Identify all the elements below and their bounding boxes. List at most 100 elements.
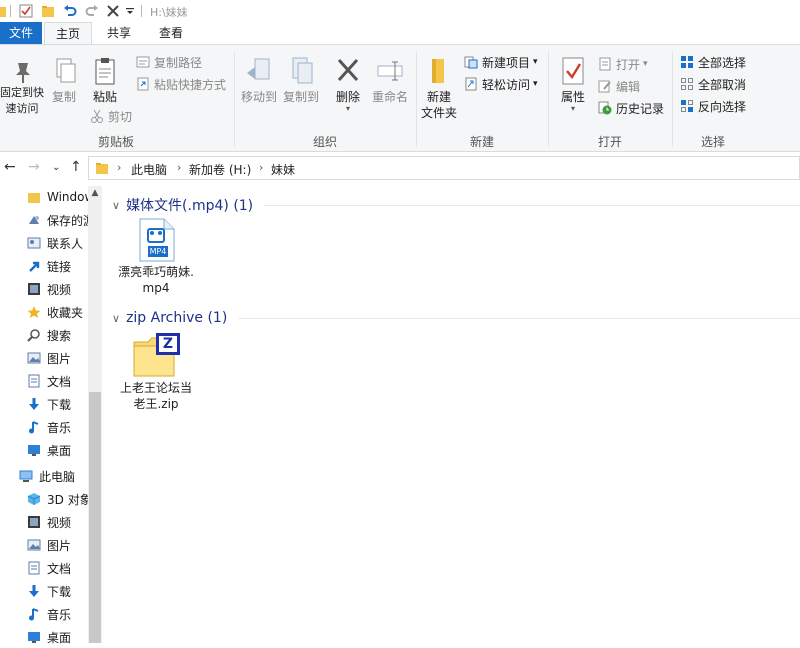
recent-locations-chevron-icon[interactable]: ⌄ <box>52 162 60 173</box>
new-item-chevron-icon: ▾ <box>533 57 538 67</box>
paste-shortcut-icon <box>136 77 150 91</box>
easy-access-chevron-icon: ▾ <box>533 79 538 89</box>
links-icon <box>26 258 42 274</box>
file-item-zip[interactable]: Z 上老王论坛当老王.zip <box>118 332 194 412</box>
address-bar[interactable]: › 此电脑 › 新加卷 (H:) › 妹妹 <box>88 156 800 180</box>
breadcrumb-separator-icon[interactable]: › <box>259 161 263 174</box>
3d-objects-icon <box>26 491 42 507</box>
title-bar: H:\妹妹 <box>0 0 800 22</box>
up-arrow-icon[interactable]: ↑ <box>70 159 82 175</box>
window-title: H:\妹妹 <box>150 6 188 19</box>
history-icon <box>598 101 612 115</box>
open-button[interactable]: 打开 ▾ <box>598 55 648 73</box>
favorites-icon <box>26 304 42 320</box>
file-name: 漂亮乖巧萌妹.mp4 <box>118 265 194 295</box>
paste-button[interactable]: 粘贴 <box>86 55 124 105</box>
collapse-chevron-icon[interactable]: ∨ <box>112 199 120 212</box>
copy-path-button[interactable]: 复制路径 <box>136 53 202 71</box>
open-chevron-icon: ▾ <box>643 59 648 69</box>
invert-selection-icon <box>680 99 694 113</box>
breadcrumb-separator-icon[interactable]: › <box>117 161 121 174</box>
ribbon: 固定到快 速访问 复制 粘贴 复制路径 粘贴快捷方式 剪切 剪贴板 移动到 复制… <box>0 44 800 152</box>
documents-icon <box>26 373 42 389</box>
tab-home[interactable]: 主页 <box>44 22 92 45</box>
breadcrumb-drive-h[interactable]: 新加卷 (H:) <box>189 161 251 178</box>
file-list-pane: ∨ 媒体文件(.mp4) (1) MP4 漂亮乖巧萌妹.mp4 ∨ zip Ar… <box>102 186 800 643</box>
history-button[interactable]: 历史记录 <box>598 99 664 117</box>
tab-file[interactable]: 文件 <box>0 22 42 44</box>
new-item-button[interactable]: 新建项目 ▾ <box>464 53 538 71</box>
breadcrumb-current-folder[interactable]: 妹妹 <box>271 161 295 178</box>
rename-button[interactable]: 重命名 <box>370 55 410 105</box>
select-all-icon <box>680 55 694 69</box>
select-all-button[interactable]: 全部选择 <box>680 53 746 71</box>
tab-share[interactable]: 共享 <box>96 22 142 44</box>
this-pc-icon <box>18 468 34 484</box>
cut-button[interactable]: 剪切 <box>90 107 132 125</box>
easy-access-icon <box>464 77 478 91</box>
group-header-zip[interactable]: ∨ zip Archive (1) <box>112 308 227 328</box>
pin-to-quick-access-button[interactable]: 固定到快 速访问 <box>0 55 44 117</box>
music-icon <box>26 606 42 622</box>
desktop-icon <box>26 442 42 458</box>
group-divider <box>238 318 800 319</box>
group-label-open: 打开 <box>597 135 622 149</box>
download-icon <box>26 583 42 599</box>
copy-button[interactable]: 复制 <box>46 55 82 105</box>
music-icon <box>26 419 42 435</box>
rename-icon <box>374 55 406 87</box>
group-label-clipboard: 剪贴板 <box>97 135 134 149</box>
address-row: ← → ⌄ ↑ › 此电脑 › 新加卷 (H:) › 妹妹 <box>0 153 800 183</box>
properties-check-icon[interactable] <box>18 3 34 19</box>
properties-button[interactable]: 属性 ▾ <box>554 55 592 113</box>
folder-icon <box>26 189 42 205</box>
group-divider <box>264 205 800 206</box>
edit-icon <box>598 79 612 93</box>
pictures-icon <box>26 350 42 366</box>
pictures-icon <box>26 537 42 553</box>
paste-shortcut-button[interactable]: 粘贴快捷方式 <box>136 75 226 93</box>
collapse-chevron-icon[interactable]: ∨ <box>112 312 120 325</box>
breadcrumb-separator-icon[interactable]: › <box>177 161 181 174</box>
mp4-file-icon: MP4 <box>136 218 176 262</box>
back-arrow-icon[interactable]: ← <box>4 159 16 175</box>
edit-button[interactable]: 编辑 <box>598 77 640 95</box>
scissors-icon <box>90 109 104 123</box>
breadcrumb-this-pc[interactable]: 此电脑 <box>131 161 167 178</box>
properties-icon <box>557 55 589 87</box>
file-name: 上老王论坛当老王.zip <box>119 381 192 411</box>
select-none-button[interactable]: 全部取消 <box>680 75 746 93</box>
invert-selection-button[interactable]: 反向选择 <box>680 97 746 115</box>
saved-games-icon <box>26 212 42 228</box>
nav-scrollbar-thumb[interactable] <box>89 392 101 643</box>
properties-chevron-icon: ▾ <box>570 104 575 113</box>
move-to-button[interactable]: 移动到 <box>240 55 278 105</box>
group-label-organize: 组织 <box>312 135 337 149</box>
delete-button[interactable]: 删除 ▾ <box>330 55 366 113</box>
copy-path-icon <box>136 55 150 69</box>
select-none-icon <box>680 77 694 91</box>
file-item-mp4[interactable]: MP4 漂亮乖巧萌妹.mp4 <box>118 218 194 296</box>
copy-icon <box>48 55 80 87</box>
zip-archive-icon: Z <box>130 332 182 378</box>
tab-view[interactable]: 查看 <box>148 22 194 44</box>
scroll-up-icon[interactable]: ▲ <box>88 188 102 202</box>
copy-to-button[interactable]: 复制到 <box>282 55 320 105</box>
easy-access-button[interactable]: 轻松访问 ▾ <box>464 75 538 93</box>
customize-toolbar-chevron-icon[interactable] <box>125 3 135 19</box>
group-label-new: 新建 <box>469 135 494 149</box>
download-icon <box>26 396 42 412</box>
redo-icon[interactable] <box>84 3 100 19</box>
group-header-mp4[interactable]: ∨ 媒体文件(.mp4) (1) <box>112 195 253 215</box>
delete-icon[interactable] <box>105 3 121 19</box>
folder-icon <box>0 3 6 19</box>
new-folder-icon[interactable] <box>40 3 56 19</box>
folder-icon <box>95 161 109 178</box>
undo-icon[interactable] <box>62 3 78 19</box>
forward-arrow-icon[interactable]: → <box>28 159 40 175</box>
move-to-icon <box>243 55 275 87</box>
new-folder-button[interactable]: 新建 文件夹 <box>418 55 460 121</box>
video-icon <box>26 281 42 297</box>
navigation-pane: Windows 保存的游戏 联系人 链接 视频 收藏夹 搜索 图片 文档 下载 … <box>0 186 107 645</box>
delete-x-icon <box>332 55 364 87</box>
